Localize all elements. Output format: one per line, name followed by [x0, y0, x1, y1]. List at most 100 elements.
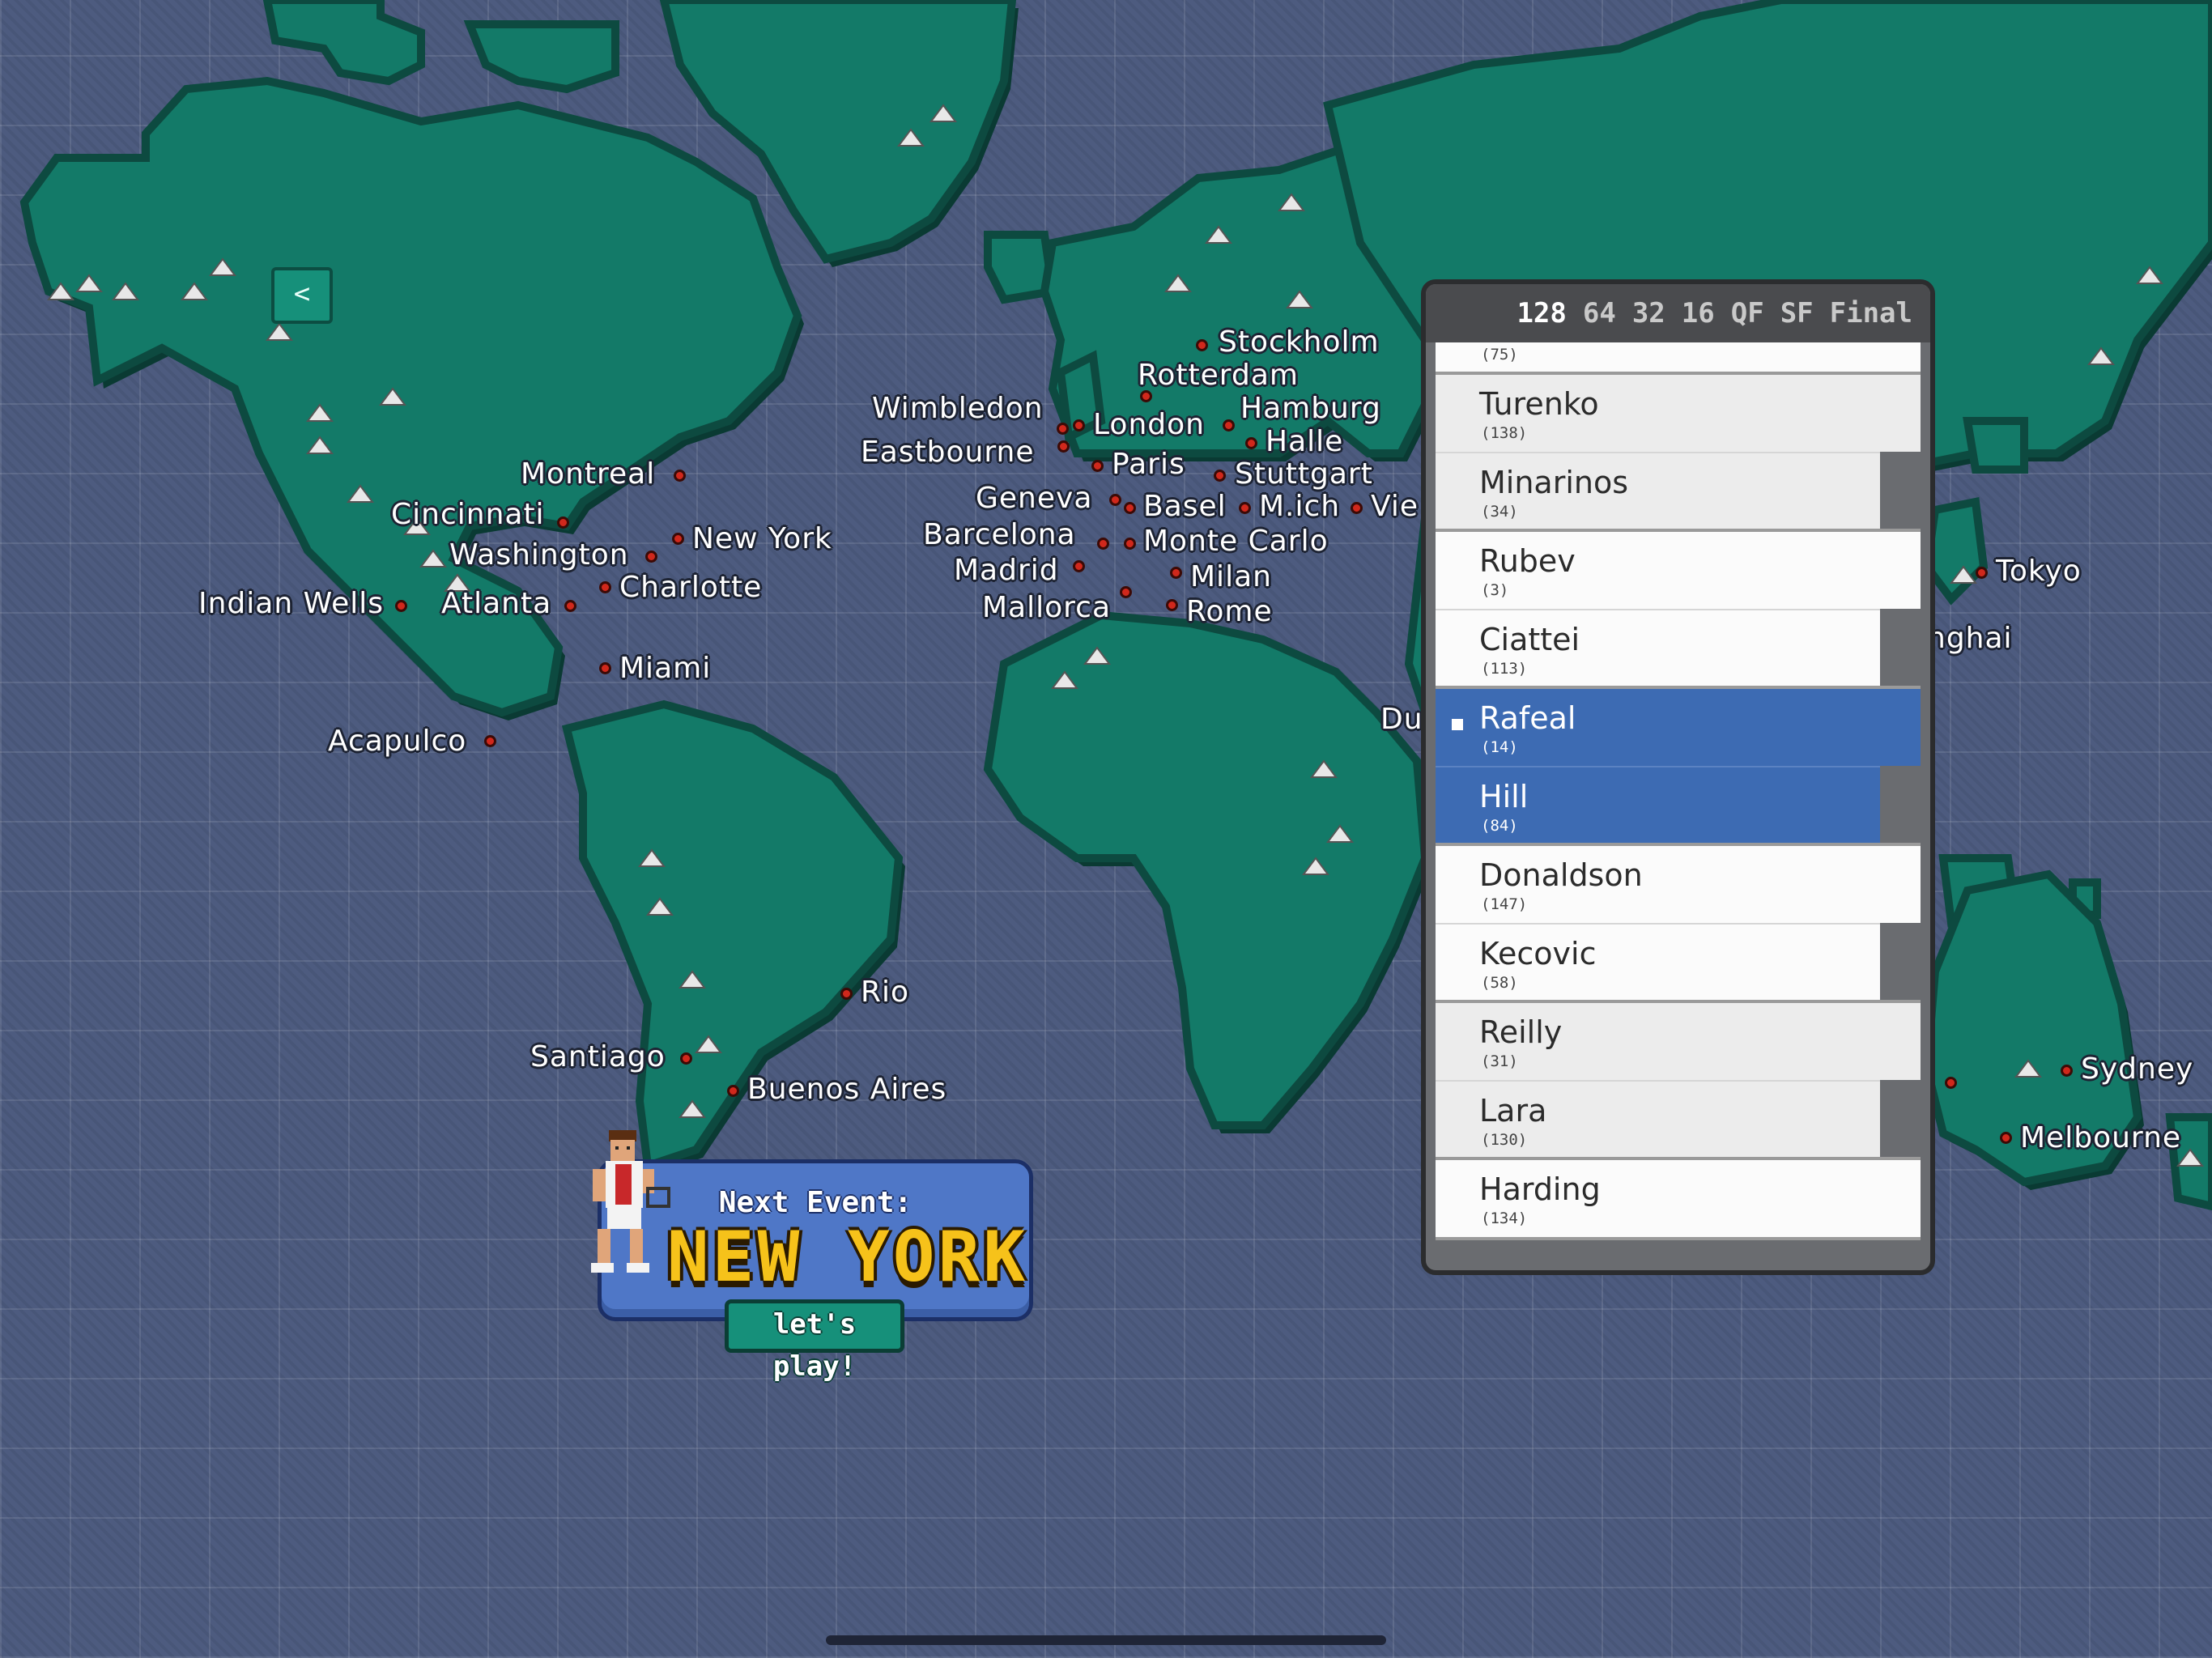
city-label-munich[interactable]: M.ich	[1259, 490, 1340, 523]
city-dot[interactable]	[1109, 494, 1121, 506]
home-indicator[interactable]	[826, 1635, 1386, 1645]
city-label-paris[interactable]: Paris	[1112, 448, 1185, 481]
city-label-geneva[interactable]: Geneva	[976, 482, 1092, 515]
city-dot[interactable]	[1073, 560, 1085, 572]
tab-round-128[interactable]: 128	[1516, 297, 1566, 329]
player-entry[interactable]: Minarinos (34)	[1436, 452, 1880, 529]
tab-quarterfinal[interactable]: QF	[1731, 297, 1764, 329]
player-entry[interactable]: Hill (84)	[1436, 766, 1880, 843]
city-dot[interactable]	[564, 600, 576, 612]
city-label-stuttgart[interactable]: Stuttgart	[1235, 457, 1373, 491]
city-dot[interactable]	[1976, 567, 1988, 579]
city-label-dubai[interactable]: Du	[1380, 703, 1423, 736]
city-dot[interactable]	[674, 470, 686, 482]
city-label-washington[interactable]: Washington	[449, 538, 629, 572]
city-label-shanghai[interactable]: nghai	[1927, 622, 2013, 655]
city-dot[interactable]	[599, 581, 611, 593]
city-label-acapulco[interactable]: Acapulco	[328, 725, 466, 758]
city-label-halle[interactable]: Halle	[1266, 425, 1343, 458]
city-label-eastbourne[interactable]: Eastbourne	[861, 436, 1035, 469]
city-label-milan[interactable]: Milan	[1190, 560, 1272, 593]
city-dot[interactable]	[1097, 538, 1109, 550]
match-row-selected[interactable]: Rafeal (14) Hill (84)	[1436, 689, 1921, 846]
city-dot[interactable]	[1245, 437, 1257, 449]
draw-list[interactable]: (75) Turenko (138) Minarinos (34) Rubev …	[1436, 342, 1921, 1262]
city-dot[interactable]	[1351, 502, 1363, 514]
city-label-atlanta[interactable]: Atlanta	[441, 587, 551, 620]
player-entry[interactable]: Rubev (3)	[1436, 532, 1921, 609]
city-label-stockholm[interactable]: Stockholm	[1219, 325, 1380, 359]
player-entry[interactable]: Turenko (138)	[1436, 375, 1921, 452]
city-dot[interactable]	[840, 988, 853, 1000]
player-entry[interactable]: Harding (134)	[1436, 1160, 1921, 1237]
city-label-barcelona[interactable]: Barcelona	[923, 518, 1076, 551]
city-label-santiago[interactable]: Santiago	[530, 1040, 666, 1073]
city-dot[interactable]	[1120, 586, 1132, 598]
city-label-rome[interactable]: Rome	[1186, 595, 1273, 628]
city-dot[interactable]	[1196, 339, 1208, 351]
city-label-charlotte[interactable]: Charlotte	[619, 571, 762, 604]
player-rank: (3)	[1481, 581, 1509, 599]
city-label-cincinnati[interactable]: Cincinnati	[391, 498, 545, 531]
tab-round-32[interactable]: 32	[1632, 297, 1665, 329]
match-row[interactable]: Turenko (138) Minarinos (34)	[1436, 375, 1921, 532]
city-label-mallorca[interactable]: Mallorca	[982, 591, 1111, 624]
player-entry[interactable]: Rafeal (14)	[1436, 689, 1921, 766]
match-row[interactable]: Rubev (3) Ciattei (113)	[1436, 532, 1921, 689]
city-label-buenos-aires[interactable]: Buenos Aires	[747, 1073, 946, 1106]
city-label-melbourne[interactable]: Melbourne	[2020, 1121, 2181, 1154]
city-dot[interactable]	[1057, 423, 1069, 435]
player-entry[interactable]: Reilly (31)	[1436, 1003, 1921, 1080]
city-dot[interactable]	[599, 662, 611, 674]
lets-play-button[interactable]: let's play!	[725, 1299, 904, 1383]
city-dot[interactable]	[557, 517, 569, 529]
city-dot[interactable]	[484, 735, 496, 747]
city-dot[interactable]	[672, 533, 684, 545]
city-label-vienna[interactable]: Vie	[1371, 490, 1419, 523]
city-dot[interactable]	[680, 1052, 692, 1065]
player-entry[interactable]: Donaldson (147)	[1436, 846, 1921, 923]
tab-final[interactable]: Final	[1830, 297, 1912, 329]
city-label-monte-carlo[interactable]: Monte Carlo	[1143, 525, 1329, 558]
city-dot[interactable]	[2061, 1065, 2073, 1077]
tab-semifinal[interactable]: SF	[1780, 297, 1814, 329]
city-dot[interactable]	[1170, 567, 1182, 579]
city-dot[interactable]	[395, 600, 407, 612]
city-dot[interactable]	[645, 551, 657, 563]
city-dot[interactable]	[1091, 460, 1104, 472]
city-label-madrid[interactable]: Madrid	[954, 554, 1059, 587]
city-dot[interactable]	[727, 1085, 739, 1097]
match-row[interactable]: Donaldson (147) Kecovic (58)	[1436, 846, 1921, 1003]
city-dot[interactable]	[1057, 440, 1070, 453]
city-dot[interactable]	[1140, 390, 1152, 402]
city-label-tokyo[interactable]: Tokyo	[1996, 555, 2082, 588]
city-label-london[interactable]: London	[1093, 408, 1205, 441]
city-label-miami[interactable]: Miami	[619, 652, 711, 685]
player-entry[interactable]: Kecovic (58)	[1436, 923, 1880, 1000]
city-dot[interactable]	[1073, 419, 1085, 432]
city-dot[interactable]	[1214, 470, 1226, 482]
city-label-basel[interactable]: Basel	[1143, 490, 1227, 523]
match-row[interactable]: Harding (134)	[1436, 1160, 1921, 1240]
city-dot[interactable]	[1166, 599, 1178, 611]
city-label-hamburg[interactable]: Hamburg	[1240, 392, 1381, 425]
tab-round-64[interactable]: 64	[1583, 297, 1616, 329]
city-dot[interactable]	[1124, 538, 1136, 550]
city-label-wimbledon[interactable]: Wimbledon	[872, 392, 1044, 425]
city-label-new-york[interactable]: New York	[692, 522, 832, 555]
city-label-sydney[interactable]: Sydney	[2081, 1052, 2193, 1086]
player-entry[interactable]: Lara (130)	[1436, 1080, 1880, 1157]
city-dot[interactable]	[1945, 1077, 1957, 1089]
city-dot[interactable]	[1223, 419, 1235, 432]
city-label-montreal[interactable]: Montreal	[521, 457, 655, 491]
player-entry[interactable]: Ciattei (113)	[1436, 609, 1880, 686]
city-label-rio[interactable]: Rio	[861, 976, 909, 1009]
city-label-rotterdam[interactable]: Rotterdam	[1138, 359, 1299, 392]
city-dot[interactable]	[1124, 502, 1136, 514]
city-label-indian-wells[interactable]: Indian Wells	[198, 587, 384, 620]
tab-round-16[interactable]: 16	[1682, 297, 1715, 329]
city-dot[interactable]	[1239, 502, 1251, 514]
match-row[interactable]: Reilly (31) Lara (130)	[1436, 1003, 1921, 1160]
city-dot[interactable]	[2000, 1132, 2012, 1144]
back-button[interactable]: <	[271, 267, 333, 324]
